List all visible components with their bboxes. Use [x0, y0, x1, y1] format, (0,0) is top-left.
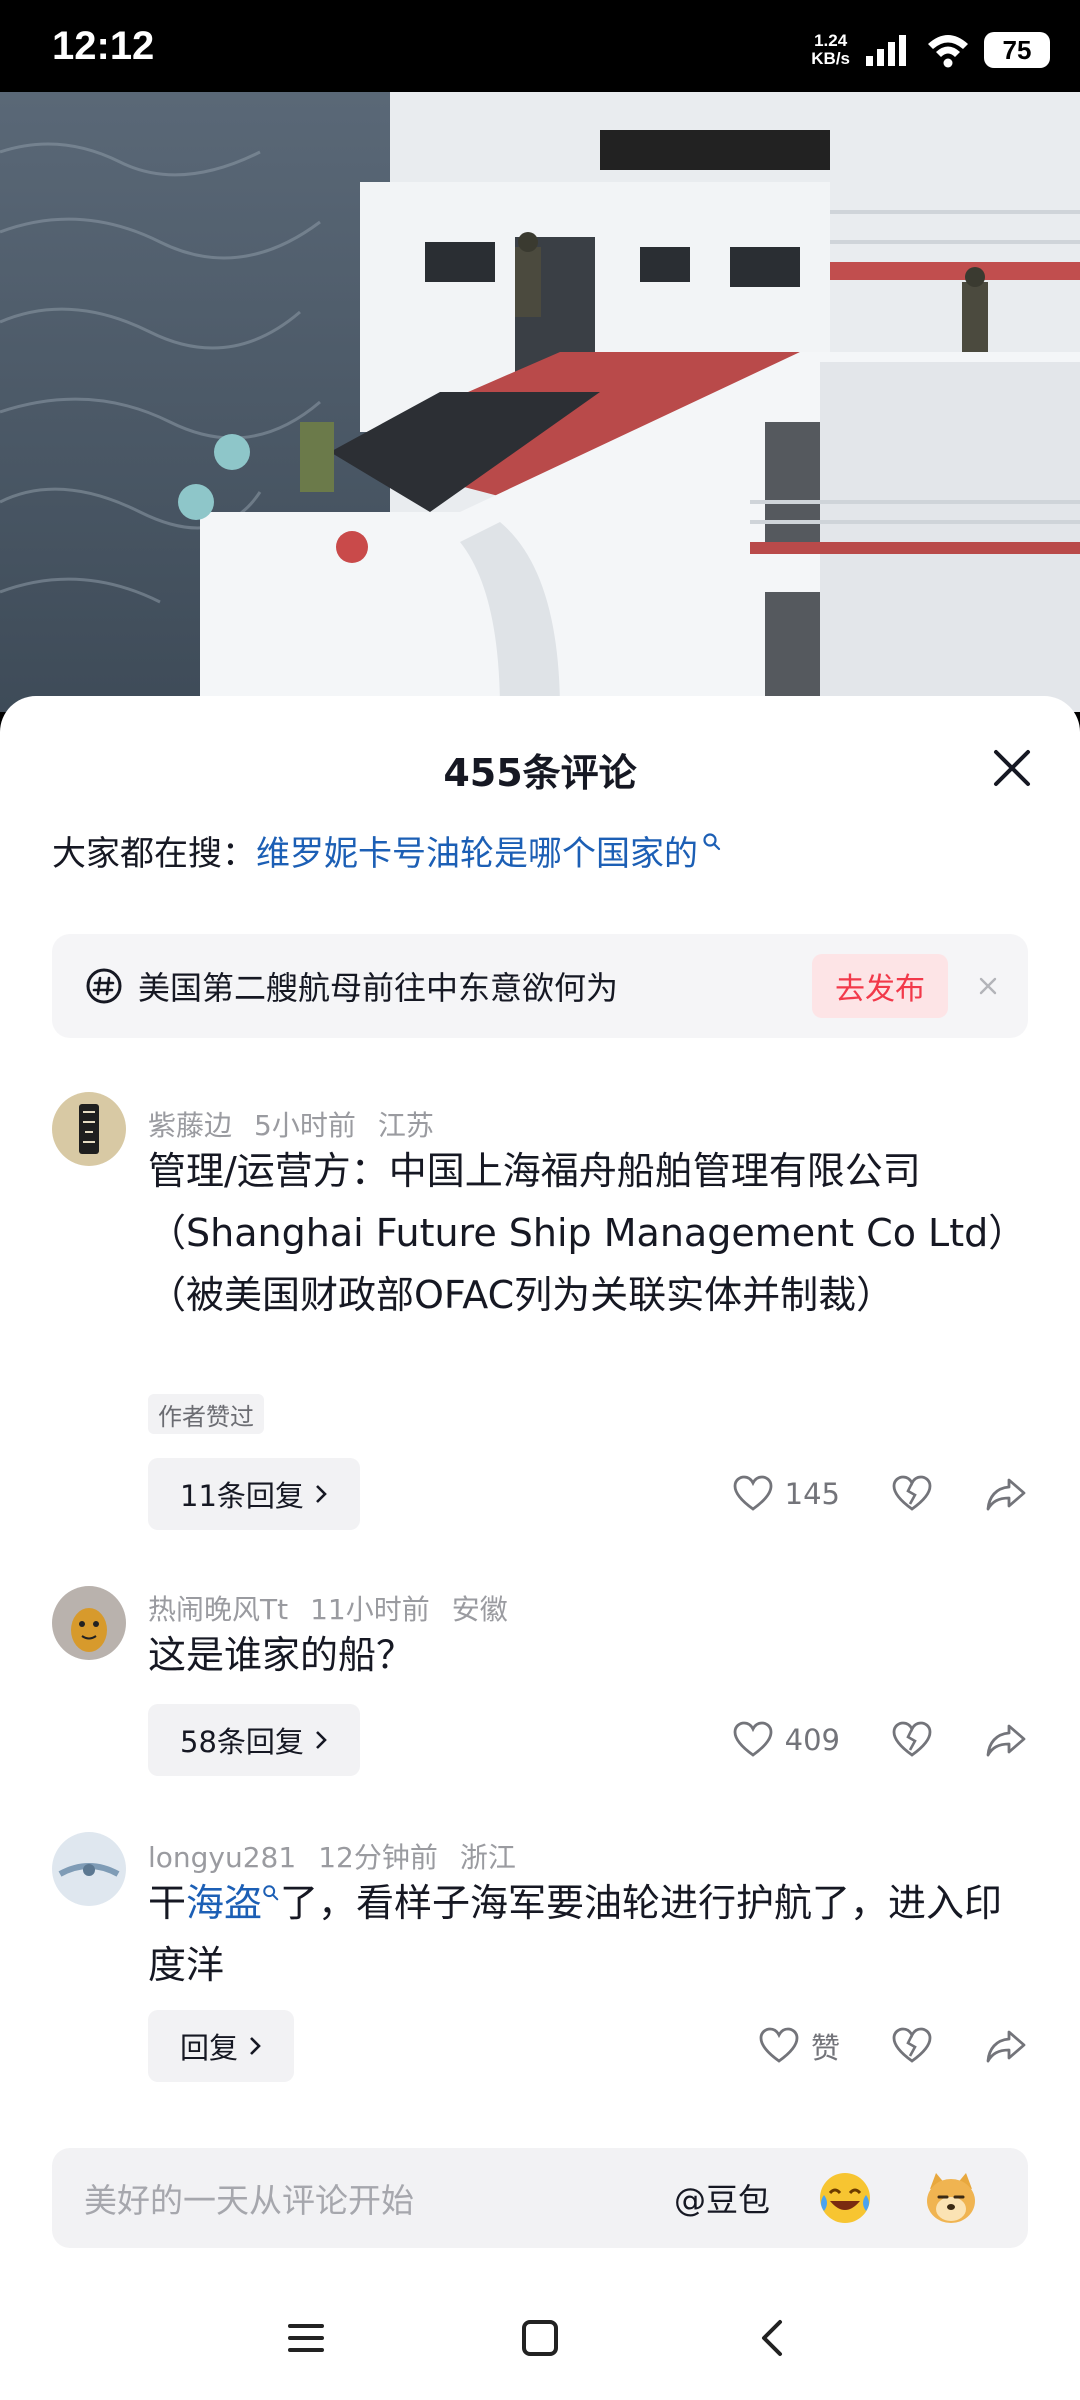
comment-time: 11小时前 [310, 1593, 430, 1626]
comment-location: 浙江 [459, 1841, 516, 1874]
hashtag-icon [86, 968, 122, 1004]
replies-label: 11条回复 [180, 1479, 304, 1513]
comment-actions: 145 [731, 1458, 1028, 1530]
comment-time: 12分钟前 [318, 1841, 438, 1874]
search-keyword-link[interactable]: 海盗 [186, 1881, 262, 1925]
battery-indicator: 75 [984, 32, 1050, 68]
avatar[interactable] [52, 1832, 126, 1906]
comment-text[interactable]: 这是谁家的船？ [148, 1624, 1028, 1686]
video-player[interactable] [0, 92, 1080, 712]
share-icon[interactable] [984, 1718, 1028, 1762]
comment-username[interactable]: 热闹晚风Tt [148, 1593, 288, 1626]
mention-button[interactable]: @豆包 [674, 2175, 770, 2221]
replies-label: 58条回复 [180, 1725, 304, 1759]
comment-username[interactable]: longyu281 [148, 1841, 296, 1874]
doge-emoji-icon[interactable] [922, 2169, 980, 2227]
comments-title: 455条评论 [443, 751, 637, 795]
home-icon[interactable] [512, 2310, 568, 2366]
chevron-right-icon [250, 2037, 261, 2055]
comment-actions: 409 [731, 1704, 1028, 1776]
comment-input[interactable]: 美好的一天从评论开始 [84, 2174, 674, 2222]
trending-search-hint[interactable]: 大家都在搜： 维罗妮卡号油轮是哪个国家的 [52, 826, 722, 875]
like-label: 赞 [810, 2031, 840, 2065]
system-nav-bar [0, 2270, 1080, 2400]
heart-icon [733, 1721, 773, 1757]
comment-location: 江苏 [377, 1109, 434, 1142]
comment-time: 5小时前 [254, 1109, 356, 1142]
chevron-right-icon [315, 1731, 327, 1749]
search-hint-query[interactable]: 维罗妮卡号油轮是哪个国家的 [256, 826, 698, 875]
share-icon[interactable] [984, 1472, 1028, 1516]
signal-icon [866, 35, 906, 66]
publish-topic-button[interactable]: 去发布 [812, 954, 948, 1018]
comment-meta: longyu281 12分钟前 浙江 [148, 1836, 538, 1876]
topic-text[interactable]: 美国第二艘航母前往中东意欲何为 [138, 963, 812, 1009]
laugh-cry-emoji-icon[interactable] [816, 2169, 874, 2227]
avatar[interactable] [52, 1092, 126, 1166]
wifi-icon [928, 35, 968, 68]
back-icon[interactable] [746, 2310, 802, 2366]
avatar[interactable] [52, 1586, 126, 1660]
status-bar: 12:12 1.24 KB/s 75 [0, 0, 1080, 92]
reply-label: 回复 [180, 2031, 239, 2065]
topic-dismiss-button[interactable] [948, 954, 1028, 1018]
comment-text[interactable]: 管理/运营方：中国上海福舟船舶管理有限公司（Shanghai Future Sh… [148, 1140, 1028, 1326]
video-frame-ship [0, 92, 1080, 712]
comment-meta: 热闹晚风Tt 11小时前 安徽 [148, 1588, 530, 1628]
search-icon [703, 832, 721, 850]
chevron-right-icon [315, 1485, 327, 1503]
like-button[interactable]: 409 [731, 1718, 840, 1762]
view-replies-button[interactable]: 11条回复 [148, 1458, 360, 1530]
like-button[interactable]: 145 [731, 1472, 840, 1516]
like-button[interactable]: 赞 [757, 2024, 840, 2068]
broken-heart-icon[interactable] [890, 2024, 934, 2068]
comment-text[interactable]: 干海盗 了，看样子海军要油轮进行护航了，进入印度洋 [148, 1872, 1028, 1996]
view-replies-button[interactable]: 58条回复 [148, 1704, 360, 1776]
search-icon [263, 1885, 279, 1901]
comment-actions: 赞 [757, 2010, 1028, 2082]
comment-input-bar[interactable]: 美好的一天从评论开始 @豆包 [52, 2148, 1028, 2248]
reply-button[interactable]: 回复 [148, 2010, 295, 2082]
broken-heart-icon[interactable] [890, 1472, 934, 1516]
comment-username[interactable]: 紫藤边 [148, 1109, 232, 1142]
share-icon[interactable] [984, 2024, 1028, 2068]
close-icon[interactable] [988, 744, 1036, 792]
network-speed: 1.24 KB/s [811, 31, 850, 68]
comments-sheet: 455条评论 大家都在搜： 维罗妮卡号油轮是哪个国家的 美国第二艘航母前往中东意… [0, 696, 1080, 2400]
broken-heart-icon[interactable] [890, 1718, 934, 1762]
like-count: 145 [784, 1477, 840, 1511]
like-count: 409 [784, 1723, 840, 1757]
status-icons: 1.24 KB/s 75 [811, 26, 1050, 74]
comment-meta: 紫藤边 5小时前 江苏 [148, 1104, 456, 1144]
menu-icon[interactable] [278, 2310, 334, 2366]
heart-icon [733, 1475, 773, 1511]
status-time: 12:12 [52, 24, 155, 68]
heart-icon [759, 2027, 799, 2063]
close-icon [979, 977, 997, 995]
author-liked-tag: 作者赞过 [148, 1394, 264, 1434]
topic-suggestion-card: 美国第二艘航母前往中东意欲何为 去发布 [52, 934, 1028, 1038]
search-hint-prefix: 大家都在搜： [52, 834, 256, 874]
comment-location: 安徽 [451, 1593, 508, 1626]
